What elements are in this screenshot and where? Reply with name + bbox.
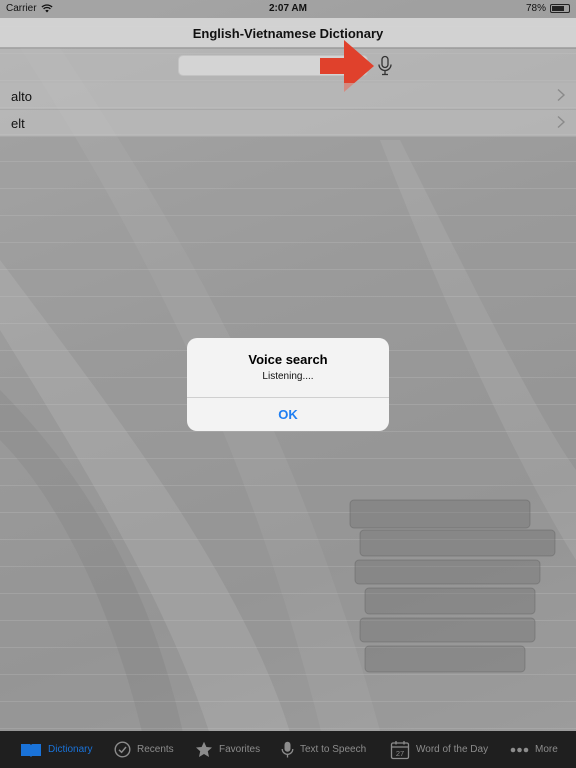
alert-ok-button[interactable]: OK	[187, 398, 389, 431]
voice-search-alert: Voice search Listening.... OK	[187, 338, 389, 431]
microphone-icon	[281, 741, 294, 757]
page-title: English-Vietnamese Dictionary	[192, 26, 384, 41]
word-list-item[interactable]: alto	[0, 83, 576, 110]
more-dots-icon	[510, 747, 529, 752]
microphone-icon	[378, 55, 392, 76]
chevron-right-icon	[557, 115, 566, 129]
calendar-day: 27	[396, 749, 404, 758]
tab-more[interactable]: More	[510, 731, 558, 768]
status-battery-group: 78%	[526, 3, 570, 14]
tab-dictionary[interactable]: Dictionary	[20, 731, 92, 768]
tab-label: Dictionary	[48, 744, 93, 755]
tab-bar: Dictionary Recents Favorites Text to Spe…	[0, 731, 576, 768]
alert-message: Listening....	[262, 371, 314, 382]
tab-text-to-speech[interactable]: Text to Speech	[281, 731, 366, 768]
tab-label: More	[535, 744, 558, 755]
tab-word-of-the-day[interactable]: 27 Word of the Day	[390, 731, 488, 768]
tab-label: Recents	[137, 744, 174, 755]
calendar-icon: 27	[390, 740, 410, 759]
checkmark-circle-icon	[114, 741, 131, 758]
navigation-bar: English-Vietnamese Dictionary	[0, 18, 576, 48]
alert-title: Voice search	[248, 352, 328, 367]
status-bar: Carrier 2:07 AM 78%	[0, 0, 576, 18]
battery-percent: 78%	[525, 3, 546, 14]
book-icon	[21, 743, 41, 757]
word-label: alto	[11, 89, 32, 104]
tab-label: Favorites	[219, 744, 261, 755]
star-icon	[196, 741, 212, 757]
word-label: elt	[11, 116, 25, 131]
status-time: 2:07 AM	[269, 3, 307, 14]
word-list-item[interactable]: elt	[0, 110, 576, 137]
search-bar	[0, 49, 576, 83]
tab-recents[interactable]: Recents	[114, 731, 174, 768]
tab-favorites[interactable]: Favorites	[195, 731, 260, 768]
chevron-right-icon	[557, 88, 566, 102]
battery-icon	[550, 4, 570, 13]
tab-label: Word of the Day	[416, 744, 489, 755]
voice-search-button[interactable]	[375, 55, 395, 77]
tab-label: Text to Speech	[300, 744, 367, 755]
